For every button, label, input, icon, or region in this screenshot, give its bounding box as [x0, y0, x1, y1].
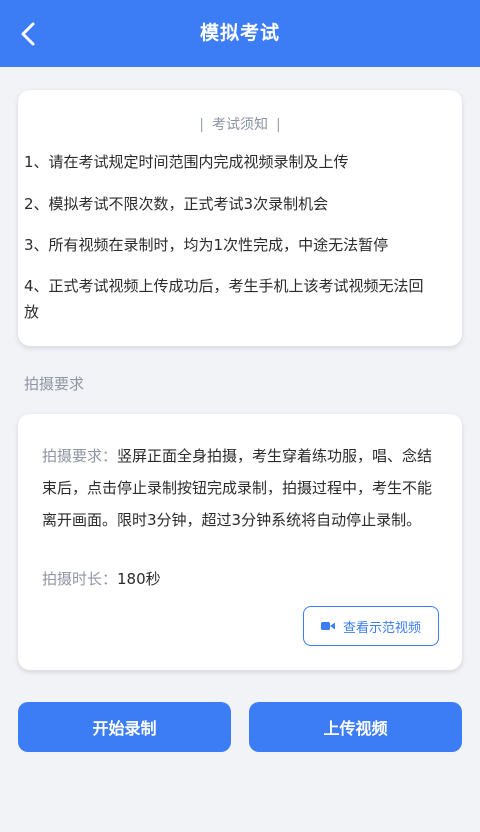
requirements-text: 拍摄要求：竖屏正面全身拍摄，考生穿着练功服，唱、念结束后，点击停止录制按钮完成录…	[42, 440, 442, 536]
duration-label: 拍摄时长：	[42, 570, 118, 588]
duration-row: 拍摄时长：180秒	[42, 568, 161, 589]
view-demo-video-button[interactable]: 查看示范视频	[303, 606, 439, 646]
notice-item: 1、请在考试规定时间范围内完成视频录制及上传	[24, 153, 349, 171]
view-demo-video-label: 查看示范视频	[342, 620, 421, 636]
page-title: 模拟考试	[199, 22, 280, 44]
requirements-label: 拍摄要求：	[42, 447, 118, 465]
shooting-requirements-card: 拍摄要求：竖屏正面全身拍摄，考生穿着练功服，唱、念结束后，点击停止录制按钮完成录…	[18, 414, 462, 670]
notice-heading-text: 考试须知	[212, 117, 268, 133]
notice-item: 4、正式考试视频上传成功后，考生手机上该考试视频无法回放	[24, 277, 424, 321]
notice-item: 3、所有视频在录制时，均为1次性完成，中途无法暂停	[24, 236, 389, 254]
duration-value: 180秒	[117, 570, 161, 588]
video-camera-icon	[320, 622, 335, 630]
upload-video-button[interactable]: 上传视频	[249, 702, 462, 752]
start-recording-button[interactable]: 开始录制	[18, 702, 231, 752]
notice-heading: | 考试须知 |	[199, 117, 281, 133]
section-label: 拍摄要求	[24, 375, 85, 393]
top-bar: 模拟考试	[0, 0, 480, 67]
notice-item: 2、模拟考试不限次数，正式考试3次录制机会	[24, 195, 329, 213]
